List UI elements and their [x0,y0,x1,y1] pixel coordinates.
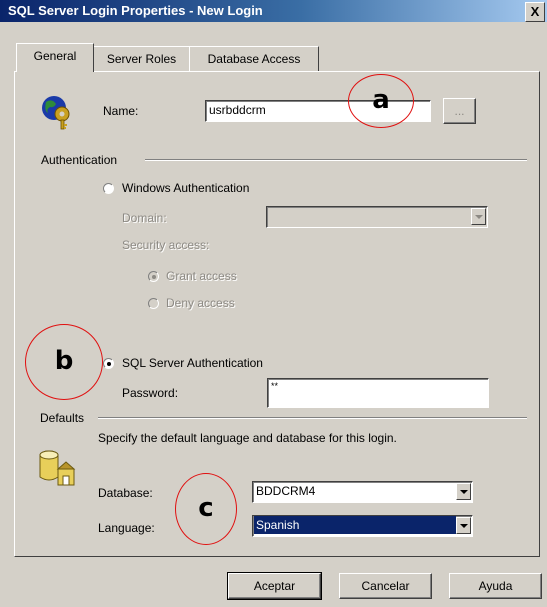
windows-auth-label: Windows Authentication [122,181,250,195]
defaults-description: Specify the default language and databas… [98,431,397,445]
tab-server-roles[interactable]: Server Roles [93,46,190,71]
database-label: Database: [98,486,153,500]
annotation-a: a [348,74,414,128]
chevron-down-icon[interactable] [471,208,486,225]
database-select[interactable]: BDDCRM4 [252,481,473,503]
login-properties-dialog: SQL Server Login Properties - New Login … [0,0,547,607]
database-icon [39,450,76,486]
name-label: Name: [103,104,139,118]
defaults-group-label: Defaults [40,411,85,425]
language-value: Spanish [254,516,456,534]
annotation-b: b [25,324,103,400]
domain-label: Domain: [122,211,167,225]
domain-select[interactable] [266,206,488,228]
browse-button[interactable]: ... [443,98,476,124]
title-bar[interactable]: SQL Server Login Properties - New Login … [0,0,547,22]
chevron-down-icon[interactable] [456,483,471,500]
deny-access-radio[interactable] [148,298,159,309]
annotation-c: c [175,473,237,545]
chevron-down-icon[interactable] [456,517,471,534]
language-select[interactable]: Spanish [252,515,473,537]
window-title: SQL Server Login Properties - New Login [8,3,263,18]
globe-key-icon [42,96,70,130]
grant-access-label: Grant access [166,269,237,283]
authentication-divider [145,159,527,161]
defaults-divider [98,417,527,419]
grant-access-radio[interactable] [148,271,159,282]
cancel-button[interactable]: Cancelar [339,573,432,599]
ok-button[interactable]: Aceptar [227,572,322,600]
windows-auth-radio[interactable] [103,183,114,194]
close-button[interactable]: X [525,2,545,22]
tab-database-access[interactable]: Database Access [189,46,319,71]
sql-auth-label: SQL Server Authentication [122,356,263,370]
password-input[interactable]: ** [267,378,489,408]
password-label: Password: [122,386,179,400]
language-label: Language: [98,521,155,535]
sql-auth-radio[interactable] [103,358,114,369]
database-value: BDDCRM4 [256,484,316,498]
security-access-label: Security access: [122,238,210,252]
tab-general[interactable]: General [16,43,94,72]
deny-access-label: Deny access [166,296,235,310]
authentication-group-label: Authentication [41,153,118,167]
help-button[interactable]: Ayuda [449,573,542,599]
